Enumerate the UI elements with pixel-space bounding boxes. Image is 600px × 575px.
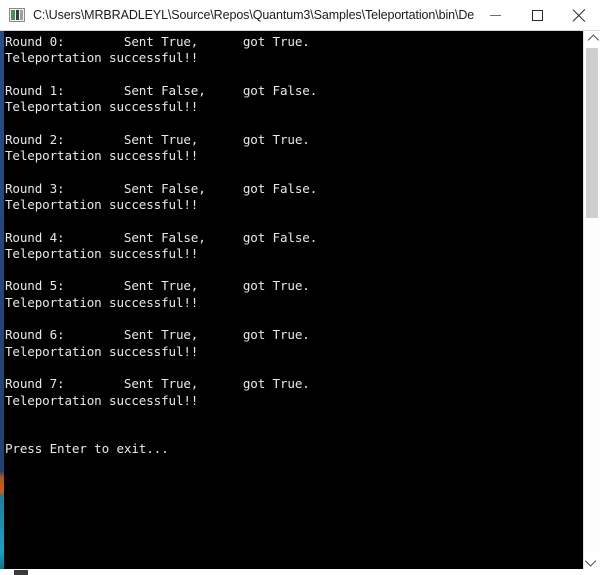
minimize-button[interactable] bbox=[474, 0, 516, 30]
maximize-icon bbox=[531, 9, 543, 21]
console-line: Teleportation successful!! bbox=[5, 99, 199, 115]
console-line: Round 7: Sent True, got True. bbox=[5, 376, 310, 392]
window-title: C:\Users\MRBRADLEYL\Source\Repos\Quantum… bbox=[33, 8, 474, 22]
maximize-button[interactable] bbox=[516, 0, 558, 30]
console-line: Teleportation successful!! bbox=[5, 50, 199, 66]
console-line: Teleportation successful!! bbox=[5, 245, 199, 261]
console-left-edge-strip bbox=[0, 31, 4, 569]
window-titlebar[interactable]: C:\Users\MRBRADLEYL\Source\Repos\Quantum… bbox=[0, 0, 600, 31]
window-client-area: Round 0: Sent True, got True. Teleportati… bbox=[0, 31, 600, 575]
chevron-up-icon bbox=[587, 33, 600, 46]
vertical-scrollbar[interactable] bbox=[583, 31, 600, 569]
console-line: Round 1: Sent False, got False. bbox=[5, 82, 318, 98]
console-line: Teleportation successful!! bbox=[5, 343, 199, 359]
console-output-area[interactable]: Round 0: Sent True, got True. Teleportati… bbox=[0, 31, 583, 569]
minimize-icon bbox=[489, 14, 501, 16]
window-bottom-edge bbox=[0, 569, 583, 575]
titlebar-left-group: C:\Users\MRBRADLEYL\Source\Repos\Quantum… bbox=[0, 8, 474, 22]
console-line: Press Enter to exit... bbox=[5, 441, 169, 457]
scroll-down-button[interactable] bbox=[584, 552, 600, 569]
resize-grip[interactable] bbox=[14, 570, 28, 575]
console-app-icon bbox=[9, 8, 25, 22]
console-line: Teleportation successful!! bbox=[5, 392, 199, 408]
console-text-buffer: Round 0: Sent True, got True. Teleportati… bbox=[5, 34, 580, 458]
console-line: Teleportation successful!! bbox=[5, 294, 199, 310]
console-line: Teleportation successful!! bbox=[5, 148, 199, 164]
console-line: Round 2: Sent True, got True. bbox=[5, 131, 310, 147]
scroll-up-button[interactable] bbox=[584, 31, 600, 48]
caption-button-group bbox=[474, 0, 600, 30]
console-line: Round 4: Sent False, got False. bbox=[5, 229, 318, 245]
console-line: Round 0: Sent True, got True. bbox=[5, 34, 310, 49]
console-line: Round 6: Sent True, got True. bbox=[5, 327, 310, 343]
console-line: Round 3: Sent False, got False. bbox=[5, 180, 318, 196]
console-line: Round 5: Sent True, got True. bbox=[5, 278, 310, 294]
close-icon bbox=[573, 9, 586, 22]
scrollbar-track[interactable] bbox=[584, 48, 600, 552]
console-window: C:\Users\MRBRADLEYL\Source\Repos\Quantum… bbox=[0, 0, 600, 575]
chevron-down-icon bbox=[584, 554, 597, 567]
scrollbar-thumb[interactable] bbox=[586, 48, 598, 218]
console-line: Teleportation successful!! bbox=[5, 196, 199, 212]
close-button[interactable] bbox=[558, 0, 600, 30]
